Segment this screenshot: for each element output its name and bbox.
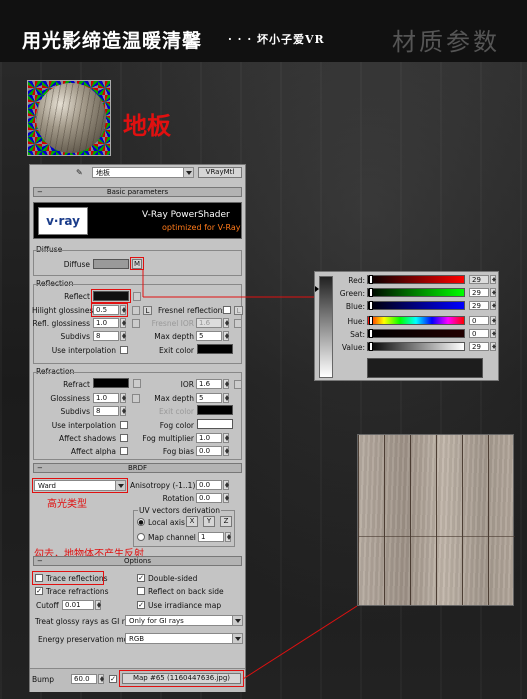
wood-texture-map xyxy=(357,434,515,607)
connector-bump-line xyxy=(242,605,358,680)
